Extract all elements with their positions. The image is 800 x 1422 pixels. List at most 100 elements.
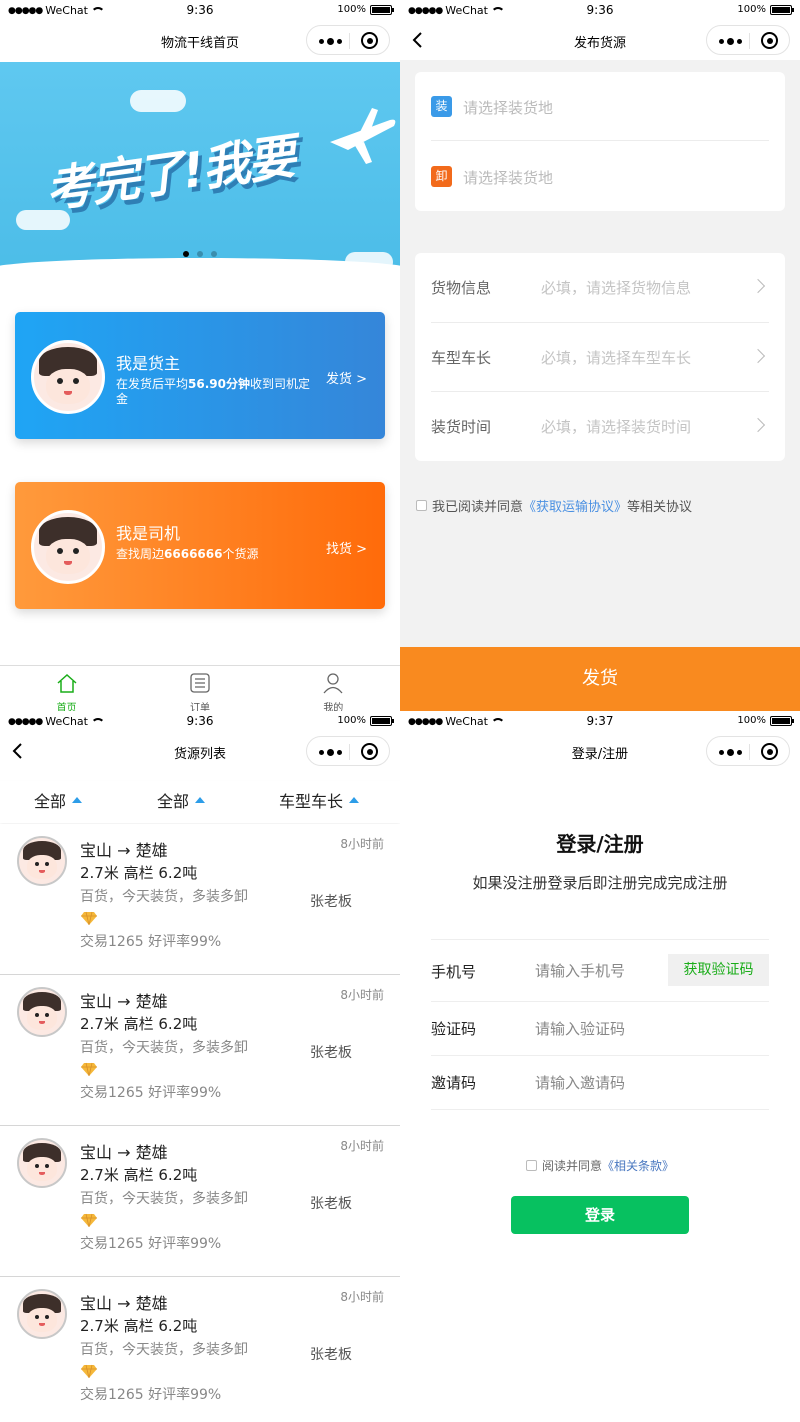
agreement-link[interactable]: 《获取运输协议》 xyxy=(523,496,627,515)
avatar xyxy=(17,1138,67,1188)
vehicle-spec: 2.7米 高栏 6.2吨 xyxy=(80,864,198,882)
ship-link[interactable]: 发货 > xyxy=(326,368,367,387)
driver-card[interactable]: 我是司机 查找周边6666666个货源 找货 > xyxy=(15,482,385,609)
login-screen: ●●●●● WeChat 9:37 100% 登录/注册 登录/注册 如果没注册登… xyxy=(400,711,800,1422)
tab-home[interactable]: 首页 xyxy=(0,666,133,711)
more-icon[interactable] xyxy=(319,749,342,756)
goods-desc: 百货，今天装货，多装多卸 xyxy=(80,1342,248,1358)
agree-checkbox[interactable] xyxy=(416,500,427,511)
caret-up-icon xyxy=(72,797,83,803)
shipper-card[interactable]: 我是货主 在发货后平均56.90分钟收到司机定金 发货 > xyxy=(15,312,385,439)
terms-link[interactable]: 《相关条款》 xyxy=(602,1157,674,1174)
caret-up-icon xyxy=(195,797,206,803)
owner-name: 张老板 xyxy=(310,1196,352,1212)
airplane-icon xyxy=(330,108,396,164)
mini-program-capsule xyxy=(706,25,790,55)
status-bar: ●●●●● WeChat 9:37 100% xyxy=(400,711,800,733)
diamond-icon xyxy=(81,1062,97,1076)
battery-icon xyxy=(770,4,794,15)
vehicle-spec: 2.7米 高栏 6.2吨 xyxy=(80,1166,198,1184)
avatar xyxy=(31,340,105,414)
chevron-right-icon xyxy=(750,278,766,294)
tab-orders[interactable]: 订单 xyxy=(133,666,266,711)
trade-stats: 交易1265 好评率99% xyxy=(80,1236,222,1252)
login-form: 手机号 获取验证码 验证码 邀请码 xyxy=(431,939,769,1110)
time-ago: 8小时前 xyxy=(340,837,384,851)
row-label: 车型车长 xyxy=(431,349,492,367)
more-icon[interactable] xyxy=(719,749,742,756)
nav-bar: 登录/注册 xyxy=(400,733,800,771)
battery-label: 100% xyxy=(737,715,766,726)
nearby-count: 6666666 xyxy=(164,547,223,561)
shipper-desc: 在发货后平均56.90分钟收到司机定金 xyxy=(116,377,310,406)
nav-bar: 物流干线首页 xyxy=(0,22,400,60)
goods-desc: 百货，今天装货，多装多卸 xyxy=(80,1191,248,1207)
close-mini-program-icon[interactable] xyxy=(761,743,778,760)
terms-checkbox[interactable] xyxy=(525,1160,537,1171)
battery-label: 100% xyxy=(737,4,766,15)
diamond-icon xyxy=(81,911,97,925)
filter-origin[interactable]: 全部 xyxy=(34,788,83,812)
carousel-indicator xyxy=(0,251,400,257)
list-item[interactable]: 宝山 → 楚雄 2.7米 高栏 6.2吨 百货，今天装货，多装多卸 交易1265… xyxy=(0,1277,400,1422)
code-row: 验证码 xyxy=(431,1002,769,1056)
home-screen: ●●●●● WeChat 9:36 100% 物流干线首页 考完了!我要 我是货主… xyxy=(0,0,400,711)
filter-bar: 全部 全部 车型车长 xyxy=(0,781,400,823)
unload-address-row[interactable]: 卸 请选择装货地 xyxy=(431,142,769,211)
list-item[interactable]: 宝山 → 楚雄 2.7米 高栏 6.2吨 百货，今天装货，多装多卸 交易1265… xyxy=(0,824,400,975)
get-code-button[interactable]: 获取验证码 xyxy=(668,954,769,986)
avatar xyxy=(17,1289,67,1339)
invite-input[interactable] xyxy=(535,1070,665,1096)
indicator-dot xyxy=(211,251,217,257)
trade-stats: 交易1265 好评率99% xyxy=(80,934,222,950)
status-bar: ●●●●● WeChat 9:36 100% xyxy=(0,0,400,22)
diamond-icon xyxy=(81,1364,97,1378)
owner-name: 张老板 xyxy=(310,894,352,910)
invite-label: 邀请码 xyxy=(431,1074,477,1092)
shipper-title: 我是货主 xyxy=(116,354,181,373)
unload-tag: 卸 xyxy=(431,166,452,187)
trade-stats: 交易1265 好评率99% xyxy=(80,1085,222,1101)
nav-bar: 货源列表 xyxy=(0,733,400,771)
cargo-info-row[interactable]: 货物信息 必填，请选择货物信息 xyxy=(431,253,769,322)
list-item[interactable]: 宝山 → 楚雄 2.7米 高栏 6.2吨 百货，今天装货，多装多卸 交易1265… xyxy=(0,975,400,1126)
find-cargo-link[interactable]: 找货 > xyxy=(326,538,367,557)
row-label: 装货时间 xyxy=(431,418,492,436)
avatar xyxy=(17,987,67,1037)
close-mini-program-icon[interactable] xyxy=(361,32,378,49)
ship-button[interactable]: 发货 xyxy=(400,647,800,711)
more-icon[interactable] xyxy=(719,38,742,45)
filter-destination[interactable]: 全部 xyxy=(157,788,206,812)
nav-bar: 发布货源 xyxy=(400,22,800,60)
close-mini-program-icon[interactable] xyxy=(761,32,778,49)
chevron-right-icon xyxy=(750,348,766,364)
tab-bar: 首页 订单 我的 xyxy=(0,665,400,711)
vehicle-type-row[interactable]: 车型车长 必填，请选择车型车长 xyxy=(431,322,769,391)
route: 宝山 → 楚雄 xyxy=(80,992,168,1011)
close-mini-program-icon[interactable] xyxy=(361,743,378,760)
time-ago: 8小时前 xyxy=(340,988,384,1002)
driver-desc: 查找周边6666666个货源 xyxy=(116,547,259,561)
banner-headline: 考完了!我要 xyxy=(42,128,298,220)
owner-name: 张老板 xyxy=(310,1045,352,1061)
code-input[interactable] xyxy=(535,1016,665,1042)
goods-desc: 百货，今天装货，多装多卸 xyxy=(80,1040,248,1056)
load-address-row[interactable]: 装 请选择装货地 xyxy=(431,72,769,141)
tab-mine[interactable]: 我的 xyxy=(267,666,400,711)
caret-up-icon xyxy=(349,797,360,803)
filter-vehicle[interactable]: 车型车长 xyxy=(279,788,360,812)
list-item[interactable]: 宝山 → 楚雄 2.7米 高栏 6.2吨 百货，今天装货，多装多卸 交易1265… xyxy=(0,1126,400,1277)
time-ago: 8小时前 xyxy=(340,1139,384,1153)
trade-stats: 交易1265 好评率99% xyxy=(80,1387,222,1403)
avatar xyxy=(31,510,105,584)
cloud-decoration xyxy=(130,90,186,112)
vehicle-spec: 2.7米 高栏 6.2吨 xyxy=(80,1015,198,1033)
phone-input[interactable] xyxy=(535,958,665,984)
banner-carousel[interactable]: 考完了!我要 xyxy=(0,62,400,270)
login-button[interactable]: 登录 xyxy=(511,1196,689,1234)
more-icon[interactable] xyxy=(319,38,342,45)
invite-row: 邀请码 xyxy=(431,1056,769,1110)
load-time-row[interactable]: 装货时间 必填，请选择装货时间 xyxy=(431,391,769,460)
route: 宝山 → 楚雄 xyxy=(80,1294,168,1313)
home-icon xyxy=(57,673,77,693)
